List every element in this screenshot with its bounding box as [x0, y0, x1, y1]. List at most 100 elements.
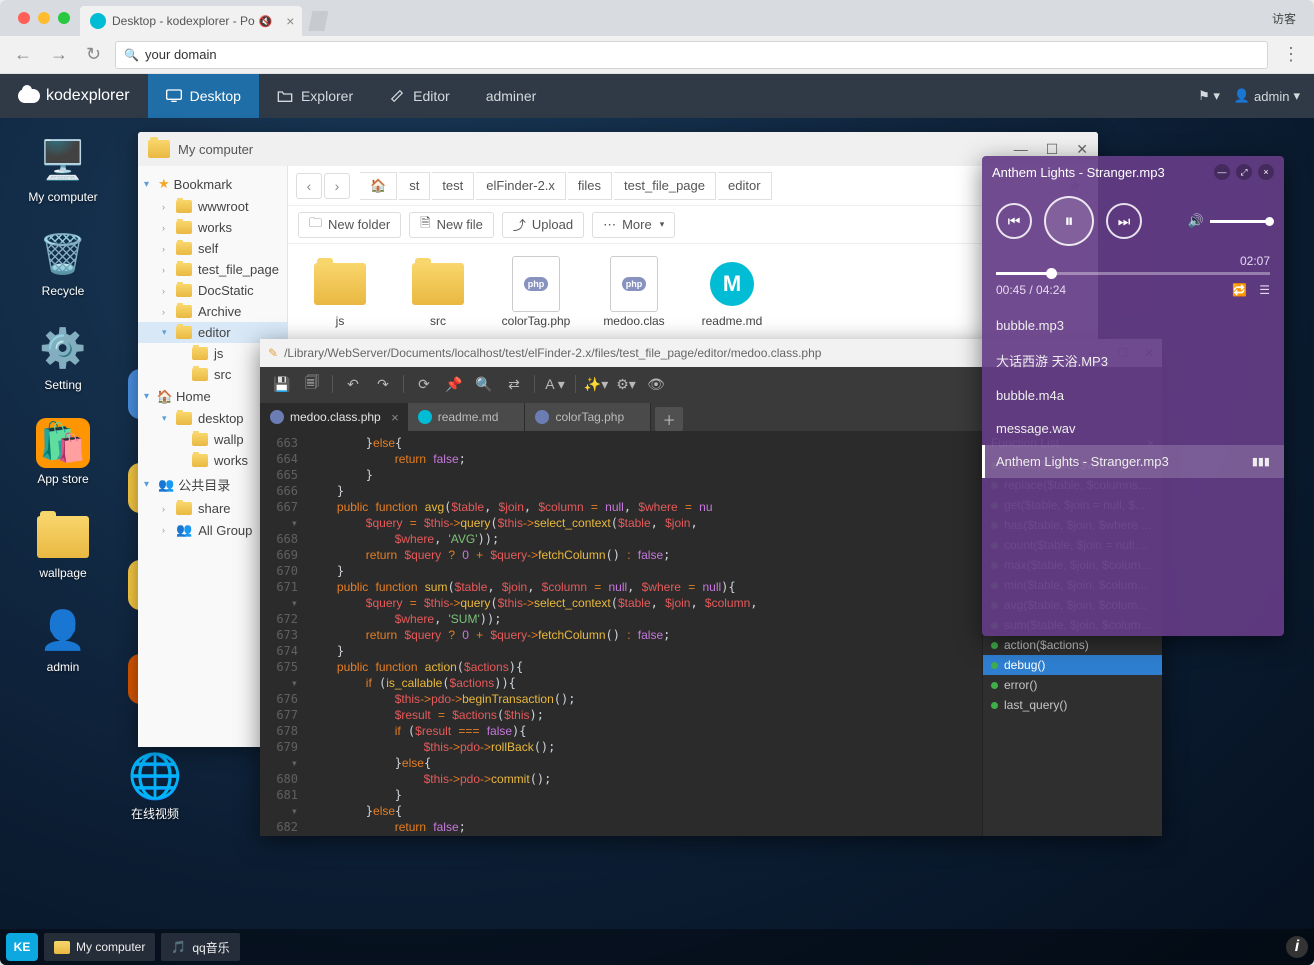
search-button[interactable]: 🔍	[470, 371, 498, 397]
mac-window-controls[interactable]	[8, 12, 80, 24]
tab-mute-icon[interactable]: 🔇	[259, 15, 273, 28]
outline-item[interactable]: debug()	[983, 655, 1162, 675]
desktop-icon-recycle[interactable]: 🗑️Recycle	[18, 230, 108, 298]
equalizer-icon: ▮▮▮	[1252, 455, 1270, 468]
seek-slider[interactable]	[996, 272, 1270, 275]
crumb-seg[interactable]: editor	[718, 172, 772, 200]
notifications-button[interactable]: ⚑ ▾	[1198, 88, 1220, 104]
tree-item[interactable]: ›Archive	[138, 301, 287, 322]
playlist-item[interactable]: 大话西游 天浴.MP3	[982, 342, 1284, 379]
crumb-back-button[interactable]: ‹	[296, 173, 322, 199]
desktop-icon-setting[interactable]: ⚙️Setting	[18, 324, 108, 392]
redo-button[interactable]: ↷	[369, 371, 397, 397]
tree-item[interactable]: ›wwwroot	[138, 196, 287, 217]
desktop-icon-admin[interactable]: 👤admin	[18, 606, 108, 674]
tab-close-icon[interactable]: ×	[286, 13, 294, 29]
crumb-seg[interactable]: st	[399, 172, 430, 200]
editor-code-area[interactable]: }else{ return false; } } public function…	[308, 431, 982, 836]
wand-button[interactable]: ✨▾	[582, 371, 610, 397]
tree-item[interactable]: ›self	[138, 238, 287, 259]
fm-close-button[interactable]: ✕	[1076, 141, 1088, 158]
outline-item[interactable]: action($actions)	[983, 635, 1162, 655]
app-brand[interactable]: kodexplorer	[0, 87, 148, 105]
tree-group-bookmark[interactable]: ▾ ★ Bookmark	[138, 172, 287, 196]
folder-icon	[412, 263, 464, 305]
new-tab-button[interactable]	[308, 11, 328, 31]
folder-icon	[314, 263, 366, 305]
browser-menu-button[interactable]: ⋮	[1278, 44, 1304, 65]
fm-maximize-button[interactable]: ☐	[1046, 141, 1059, 158]
tree-item[interactable]: ›works	[138, 217, 287, 238]
info-button[interactable]: i	[1286, 936, 1308, 958]
monitor-icon	[166, 89, 182, 103]
user-icon: 👤	[1234, 88, 1250, 104]
nav-editor[interactable]: Editor	[371, 74, 468, 118]
crumb-home[interactable]: 🏠	[360, 172, 397, 200]
crumb-seg[interactable]: test	[432, 172, 474, 200]
playlist-item[interactable]: bubble.mp3	[982, 309, 1284, 342]
playlist-button[interactable]: ☰	[1259, 283, 1270, 297]
crumb-forward-button[interactable]: ›	[324, 173, 350, 199]
font-button[interactable]: A ▾	[541, 371, 569, 397]
desktop-icon-chrome[interactable]: 🌐在线视频	[120, 751, 190, 822]
back-button[interactable]: ←	[10, 44, 36, 65]
browser-profile-label[interactable]: 访客	[1254, 10, 1314, 27]
play-pause-button[interactable]: ⏸	[1044, 196, 1094, 246]
reload-button[interactable]: ↻	[82, 44, 105, 65]
taskbar-item[interactable]: 🎵qq音乐	[161, 933, 239, 961]
upload-button[interactable]: ⤴Upload	[502, 212, 584, 238]
crumb-seg[interactable]: elFinder-2.x	[476, 172, 566, 200]
tree-item[interactable]: ›DocStatic	[138, 280, 287, 301]
desktop-icon-mycomputer[interactable]: 🖥️My computer	[18, 136, 108, 204]
player-expand-button[interactable]: ⤢	[1236, 164, 1252, 180]
forward-button[interactable]: →	[46, 44, 72, 65]
preview-button[interactable]: 👁	[642, 371, 670, 397]
crumb-seg[interactable]: test_file_page	[614, 172, 716, 200]
new-file-button[interactable]: 🗎New file	[409, 212, 494, 238]
outline-item[interactable]: last_query()	[983, 695, 1162, 715]
more-button[interactable]: ⋯More▾	[592, 212, 675, 238]
outline-item[interactable]: error()	[983, 675, 1162, 695]
nav-desktop[interactable]: Desktop	[148, 74, 259, 118]
editor-tab[interactable]: medoo.class.php×	[260, 403, 408, 431]
save-all-button[interactable]: 🗐	[298, 371, 326, 397]
tree-item[interactable]: ›test_file_page	[138, 259, 287, 280]
fm-minimize-button[interactable]: —	[1014, 141, 1028, 158]
playlist-item-playing[interactable]: Anthem Lights - Stranger.mp3▮▮▮	[982, 445, 1284, 478]
player-minimize-button[interactable]: —	[1214, 164, 1230, 180]
reload-button[interactable]: ⟳	[410, 371, 438, 397]
playlist-item[interactable]: message.wav	[982, 412, 1284, 445]
undo-button[interactable]: ↶	[339, 371, 367, 397]
mac-maximize-button[interactable]	[58, 12, 70, 24]
next-track-button[interactable]: ⏭	[1106, 203, 1142, 239]
editor-new-tab-button[interactable]: ＋	[655, 407, 683, 431]
prev-track-button[interactable]: ⏮	[996, 203, 1032, 239]
chevron-down-icon: ▾	[144, 179, 154, 190]
user-menu[interactable]: 👤 admin ▾	[1234, 88, 1300, 104]
editor-tab[interactable]: colorTag.php	[525, 403, 651, 431]
save-button[interactable]: 💾	[268, 371, 296, 397]
pin-button[interactable]: 📌	[440, 371, 468, 397]
repeat-button[interactable]: 🔁	[1232, 283, 1247, 297]
shuffle-button[interactable]: ⇄	[500, 371, 528, 397]
address-bar[interactable]: 🔍 your domain	[115, 41, 1268, 69]
desktop-icon-appstore[interactable]: 🛍️App store	[18, 418, 108, 486]
mac-minimize-button[interactable]	[38, 12, 50, 24]
playlist-item[interactable]: bubble.m4a	[982, 379, 1284, 412]
desktop-icon-wallpage[interactable]: wallpage	[18, 512, 108, 580]
crumb-seg[interactable]: files	[568, 172, 612, 200]
taskbar-item[interactable]: My computer	[44, 933, 155, 961]
nav-adminer[interactable]: adminer	[468, 74, 555, 118]
player-close-button[interactable]: ×	[1258, 164, 1274, 180]
tab-close-icon[interactable]: ×	[391, 410, 399, 425]
browser-tab[interactable]: Desktop - kodexplorer - Po 🔇 ×	[80, 6, 302, 36]
nav-explorer[interactable]: Explorer	[259, 74, 371, 118]
settings-button[interactable]: ⚙▾	[612, 371, 640, 397]
volume-slider[interactable]	[1210, 220, 1270, 223]
mac-close-button[interactable]	[18, 12, 30, 24]
new-folder-button[interactable]: 🗀New folder	[298, 212, 401, 238]
start-button[interactable]: KE	[6, 933, 38, 961]
fm-titlebar[interactable]: My computer — ☐ ✕	[138, 132, 1098, 166]
volume-icon[interactable]: 🔊	[1188, 213, 1204, 229]
editor-tab[interactable]: readme.md	[408, 403, 526, 431]
